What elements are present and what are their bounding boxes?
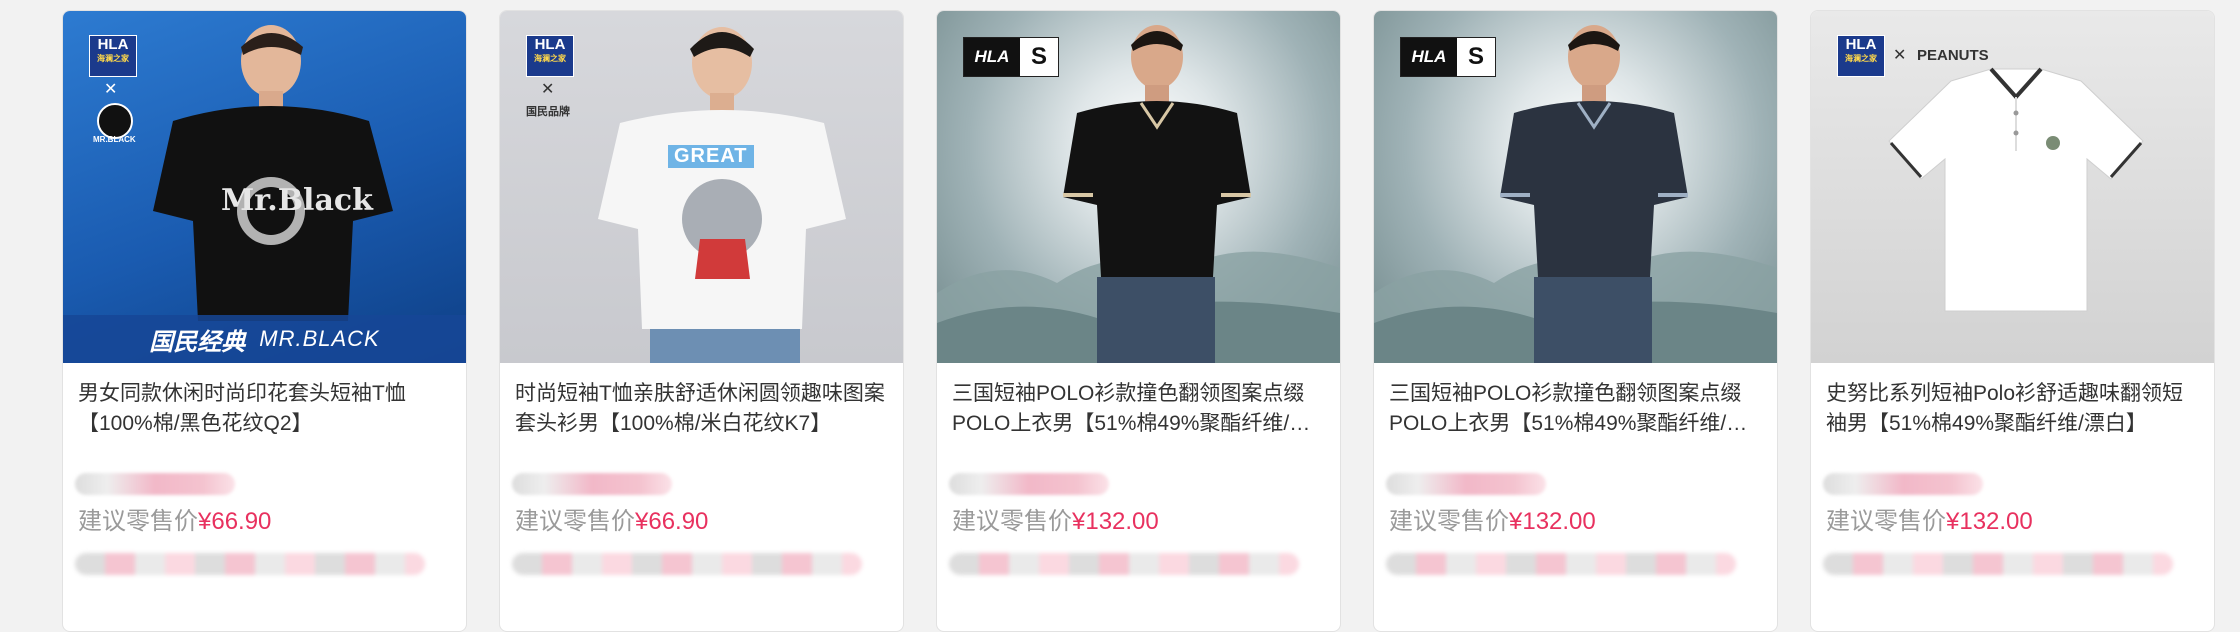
blurred-info <box>1823 553 2173 575</box>
product-image[interactable]: HLA S <box>1374 11 1777 363</box>
model-photo <box>598 27 846 363</box>
shirt-print: Mr.Black <box>221 183 373 218</box>
product-grid: HLA 海澜之家 ✕ MR.BLACK Mr.Black 国民经典 MR.BLA… <box>62 10 2215 632</box>
price-label: 建议零售价 <box>1389 508 1509 535</box>
price-value: ¥132.00 <box>1946 508 2033 535</box>
price-label: 建议零售价 <box>952 508 1072 535</box>
polo-shirt-photo <box>1888 67 2144 312</box>
product-title[interactable]: 三国短袖POLO衫款撞色翻领图案点缀POLO上衣男【51%棉49%聚酯纤维/黑色… <box>952 379 1325 439</box>
collab-cross-icon: ✕ <box>541 81 555 98</box>
product-image[interactable]: HLA S <box>937 11 1340 363</box>
collab-cross-icon: ✕ <box>104 81 118 98</box>
price-label: 建议零售价 <box>78 508 198 535</box>
hla-logo: HLA 海澜之家 <box>89 35 137 77</box>
product-card[interactable]: HLA S 三国短袖POLO衫款撞色翻领图案点缀POLO上衣男【51%棉49%聚… <box>1373 10 1778 632</box>
shirt-print: GREAT <box>668 145 754 168</box>
mr-black-logo-icon <box>97 103 133 139</box>
hla-logo: HLA S <box>1400 37 1496 77</box>
collab-label: 国民品牌 <box>526 106 570 118</box>
blurred-info <box>75 473 235 495</box>
model-photo <box>1063 25 1251 363</box>
price-value: ¥66.90 <box>198 508 272 535</box>
product-card[interactable]: HLA 海澜之家 ✕ PEANUTS 史努比系列短袖Polo衫舒适趣味翻领短袖男… <box>1810 10 2215 632</box>
blurred-info <box>1386 473 1546 495</box>
product-title[interactable]: 史努比系列短袖Polo衫舒适趣味翻领短袖男【51%棉49%聚酯纤维/漂白】 <box>1826 379 2199 439</box>
model-photo <box>153 25 393 321</box>
model-photo <box>1500 25 1688 363</box>
collab-label: MR.BLACK <box>93 135 136 144</box>
blurred-info <box>1386 553 1736 575</box>
image-banner: 国民经典 MR.BLACK <box>63 315 466 363</box>
product-card[interactable]: HLA S 三国短袖POLO衫款撞色翻领图案点缀POLO上衣男【51%棉49%聚… <box>936 10 1341 632</box>
price-row: 建议零售价¥66.90 <box>515 507 903 537</box>
hla-logo: HLA 海澜之家 <box>526 35 574 77</box>
product-image[interactable]: HLA 海澜之家 ✕ PEANUTS <box>1811 11 2214 363</box>
price-value: ¥132.00 <box>1509 508 1596 535</box>
price-row: 建议零售价¥132.00 <box>1826 507 2214 537</box>
price-row: 建议零售价¥66.90 <box>78 507 466 537</box>
price-row: 建议零售价¥132.00 <box>1389 507 1777 537</box>
product-title[interactable]: 时尚短袖T恤亲肤舒适休闲圆领趣味图案套头衫男【100%棉/米白花纹K7】 <box>515 379 888 439</box>
product-title[interactable]: 男女同款休闲时尚印花套头短袖T恤【100%棉/黑色花纹Q2】 <box>78 379 451 439</box>
price-label: 建议零售价 <box>515 508 635 535</box>
product-card[interactable]: HLA 海澜之家 ✕ 国民品牌 GREAT 时尚短袖T恤亲肤舒适休闲圆领趣味图案… <box>499 10 904 632</box>
blurred-info <box>512 553 862 575</box>
price-row: 建议零售价¥132.00 <box>952 507 1340 537</box>
product-card[interactable]: HLA 海澜之家 ✕ MR.BLACK Mr.Black 国民经典 MR.BLA… <box>62 10 467 632</box>
blurred-info <box>949 473 1109 495</box>
price-label: 建议零售价 <box>1826 508 1946 535</box>
product-image[interactable]: HLA 海澜之家 ✕ MR.BLACK Mr.Black 国民经典 MR.BLA… <box>63 11 466 363</box>
blurred-info <box>1823 473 1983 495</box>
price-value: ¥132.00 <box>1072 508 1159 535</box>
hla-logo: HLA 海澜之家 <box>1837 35 1885 77</box>
blurred-info <box>512 473 672 495</box>
blurred-info <box>949 553 1299 575</box>
product-title[interactable]: 三国短袖POLO衫款撞色翻领图案点缀POLO上衣男【51%棉49%聚酯纤维/藏青… <box>1389 379 1762 439</box>
product-image[interactable]: HLA 海澜之家 ✕ 国民品牌 GREAT <box>500 11 903 363</box>
blurred-info <box>75 553 425 575</box>
price-value: ¥66.90 <box>635 508 709 535</box>
hla-logo: HLA S <box>963 37 1059 77</box>
